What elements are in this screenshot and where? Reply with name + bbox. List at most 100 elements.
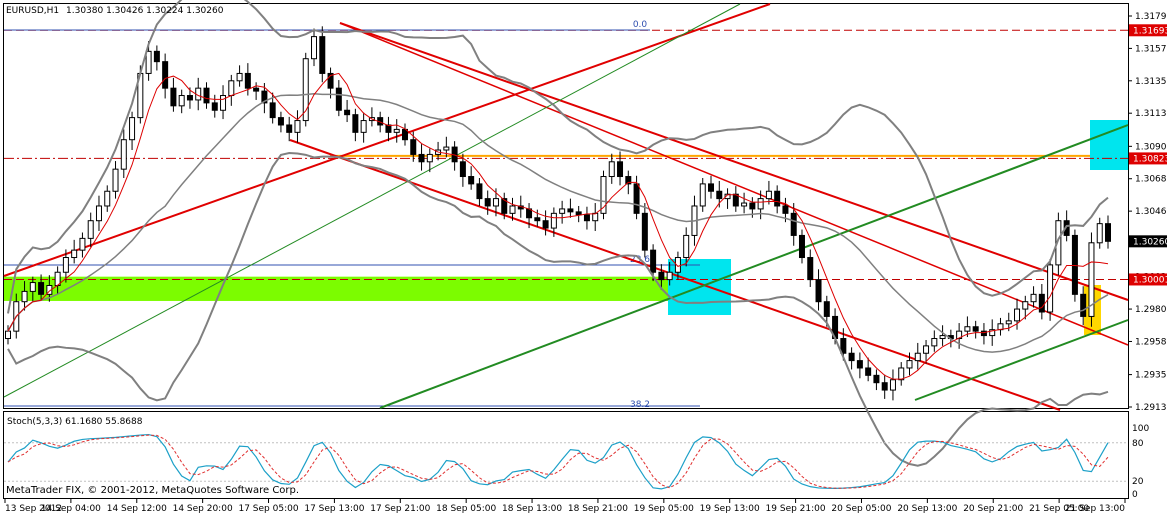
bear-candle: [335, 87, 342, 111]
eurusd-h1-chart[interactable]: 0.023.638.2 1.317901.315701.313501.31130…: [0, 0, 1167, 515]
bull-candle: [236, 72, 243, 82]
stoch-label: Stoch(5,3,3) 61.1680 55.8688: [7, 417, 143, 427]
bear-candle: [650, 249, 657, 273]
bear-candle: [865, 367, 872, 376]
bear-candle: [881, 382, 888, 391]
bull-candle: [220, 95, 227, 111]
symbol-label: EURUSD,H1: [6, 6, 59, 16]
bull-candle: [666, 271, 673, 281]
bull-candle: [120, 139, 127, 170]
bull-candle: [608, 161, 615, 178]
bear-candle: [286, 124, 293, 133]
bear-candle: [170, 87, 177, 107]
bull-candle: [906, 360, 913, 369]
bear-candle: [972, 326, 979, 332]
time-tick-label: 20 Sep 13:00: [897, 504, 957, 514]
bull-candle: [592, 212, 599, 222]
bear-candle: [269, 102, 276, 119]
bull-candle: [939, 335, 946, 340]
bear-candle: [534, 217, 541, 222]
bull-candle: [393, 128, 400, 133]
bull-candle: [1014, 308, 1021, 322]
bear-candle: [211, 102, 218, 111]
bull-candle: [87, 220, 94, 239]
price-panel-frame: [3, 3, 1129, 409]
bull-candle: [443, 146, 450, 151]
bull-candle: [71, 249, 78, 259]
price-tick-label: 1.29355: [1135, 371, 1167, 381]
bear-candle: [484, 198, 491, 207]
bull-candle: [311, 36, 318, 60]
bear-candle: [1038, 293, 1045, 313]
bull-candle: [757, 198, 764, 210]
bull-candle: [931, 338, 938, 347]
price-level-label: 1.31693: [1133, 26, 1167, 36]
bear-candle: [749, 202, 756, 210]
bear-candle: [1080, 293, 1087, 317]
bull-candle: [1047, 264, 1054, 313]
price-tick-label: 1.29800: [1135, 305, 1167, 315]
chart-window[interactable]: 0.023.638.2 1.317901.315701.313501.31130…: [0, 0, 1167, 515]
bull-candle: [559, 208, 566, 214]
bear-candle: [253, 87, 260, 92]
price-tick-label: 1.31790: [1135, 12, 1167, 22]
bear-candle: [567, 208, 574, 213]
price-tick-label: 1.29580: [1135, 337, 1167, 347]
fib-level-label: 0.0: [633, 20, 648, 30]
bear-candle: [277, 117, 284, 126]
bear-candle: [476, 183, 483, 200]
bull-candle: [699, 183, 706, 207]
bear-candle: [873, 374, 880, 384]
time-tick-label: 17 Sep 13:00: [304, 504, 364, 514]
time-tick-label: 14 Sep 12:00: [107, 504, 167, 514]
price-tick-label: 1.31350: [1135, 77, 1167, 87]
bear-candle: [815, 279, 822, 303]
copyright-label: MetaTrader FIX, © 2001-2012, MetaQuotes …: [6, 485, 299, 496]
bear-candle: [203, 87, 210, 104]
bull-candle: [129, 117, 136, 141]
stoch-tick-label: 100: [1132, 424, 1149, 434]
time-tick-label: 14 Sep 04:00: [41, 504, 101, 514]
bear-candle: [468, 176, 475, 185]
bear-candle: [542, 220, 549, 229]
bull-candle: [898, 367, 905, 381]
bear-candle: [848, 352, 855, 362]
bear-candle: [583, 214, 590, 222]
bull-candle: [145, 50, 152, 74]
bull-candle: [426, 153, 433, 163]
bull-candle: [765, 190, 772, 200]
bull-candle: [112, 168, 119, 192]
bear-candle: [385, 124, 392, 133]
stoch-tick-label: 80: [1132, 439, 1144, 449]
time-tick-label: 18 Sep 13:00: [502, 504, 562, 514]
price-level-label: 1.30001: [1133, 275, 1167, 285]
stoch-tick-label: 20: [1132, 477, 1144, 487]
price-tick-label: 1.31130: [1135, 109, 1167, 119]
bear-candle: [658, 271, 665, 281]
bear-candle: [633, 183, 640, 214]
price-tick-label: 1.30465: [1135, 207, 1167, 217]
bear-candle: [344, 109, 351, 116]
bull-candle: [923, 345, 930, 354]
price-tick-label: 1.30905: [1135, 142, 1167, 152]
bull-candle: [509, 205, 516, 214]
bear-candle: [798, 234, 805, 259]
bull-candle: [889, 379, 896, 391]
bull-candle: [683, 234, 690, 259]
bear-candle: [153, 50, 160, 63]
bear-candle: [716, 190, 723, 200]
bear-candle: [708, 183, 715, 192]
bull-candle: [29, 282, 36, 292]
bull-candle: [492, 198, 499, 207]
price-level-label: 1.30260: [1133, 237, 1167, 247]
time-tick-label: 17 Sep 05:00: [238, 504, 298, 514]
bear-candle: [823, 301, 830, 317]
ohlc-quotes: 1.30380 1.30426 1.30224 1.30260: [66, 6, 224, 16]
bull-candle: [95, 205, 102, 222]
bear-candle: [856, 360, 863, 369]
time-tick-label: 20 Sep 21:00: [963, 504, 1023, 514]
bull-candle: [228, 80, 235, 97]
bear-candle: [1105, 223, 1111, 242]
bull-candle: [1030, 293, 1037, 303]
bear-candle: [352, 114, 359, 133]
